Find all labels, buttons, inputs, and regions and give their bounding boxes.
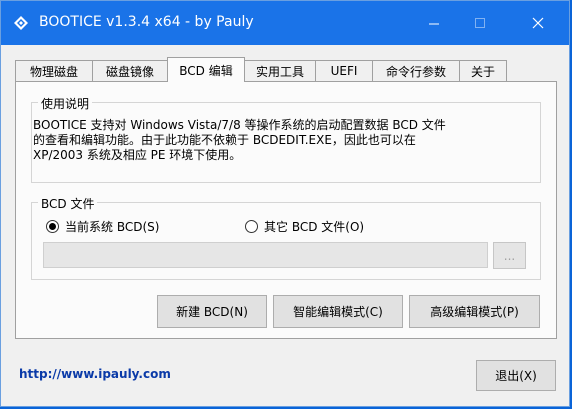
maximize-button[interactable]: [457, 1, 503, 45]
usage-description: BOOTICE 支持对 Windows Vista/7/8 等操作系统的启动配置…: [33, 118, 523, 163]
minimize-icon: [428, 23, 439, 24]
close-button[interactable]: [515, 1, 561, 45]
usage-line: XP/2003 系统及相应 PE 环境下使用。: [33, 148, 242, 162]
exit-button[interactable]: 退出(X): [476, 360, 556, 391]
bcd-file-group: BCD 文件: [31, 195, 541, 280]
tab-command-line[interactable]: 命令行参数: [372, 60, 460, 81]
smart-edit-mode-button[interactable]: 智能编辑模式(C): [273, 295, 403, 328]
bootice-window: BOOTICE v1.3.4 x64 - by Pauly 物理磁盘 磁盘镜像 …: [0, 0, 570, 407]
advanced-edit-mode-button[interactable]: 高级编辑模式(P): [409, 295, 540, 328]
radio-current-system-bcd-label: 当前系统 BCD(S): [65, 220, 160, 234]
tab-disk-image[interactable]: 磁盘镜像: [92, 60, 168, 81]
tab-bcd-edit[interactable]: BCD 编辑: [167, 57, 245, 82]
close-icon: [532, 17, 544, 29]
minimize-button[interactable]: [411, 1, 457, 45]
app-icon: [14, 16, 28, 30]
website-link[interactable]: http://www.ipauly.com: [19, 367, 171, 381]
browse-button[interactable]: ...: [493, 242, 526, 269]
tab-uefi[interactable]: UEFI: [315, 60, 373, 81]
usage-group-title: 使用说明: [38, 95, 93, 112]
bcd-file-group-title: BCD 文件: [38, 195, 98, 212]
new-bcd-button[interactable]: 新建 BCD(N): [157, 295, 267, 328]
radio-checked-icon: [46, 220, 59, 233]
title-bar[interactable]: BOOTICE v1.3.4 x64 - by Pauly: [1, 1, 569, 45]
usage-line: BOOTICE 支持对 Windows Vista/7/8 等操作系统的启动配置…: [33, 118, 446, 132]
tab-about[interactable]: 关于: [459, 60, 507, 81]
window-title: BOOTICE v1.3.4 x64 - by Pauly: [39, 14, 254, 30]
tab-utilities[interactable]: 实用工具: [244, 60, 316, 81]
radio-current-system-bcd[interactable]: 当前系统 BCD(S): [46, 218, 159, 235]
tab-physical-disk[interactable]: 物理磁盘: [15, 60, 93, 81]
radio-other-bcd-file-label: 其它 BCD 文件(O): [264, 220, 365, 234]
radio-other-bcd-file[interactable]: 其它 BCD 文件(O): [245, 218, 364, 235]
radio-unchecked-icon: [245, 220, 258, 233]
bcd-file-path-input[interactable]: [43, 242, 488, 268]
usage-line: 的查看和编辑功能。由于此功能不依赖于 BCDEDIT.EXE，因此也可以在: [33, 133, 416, 147]
maximize-icon: [474, 17, 485, 28]
